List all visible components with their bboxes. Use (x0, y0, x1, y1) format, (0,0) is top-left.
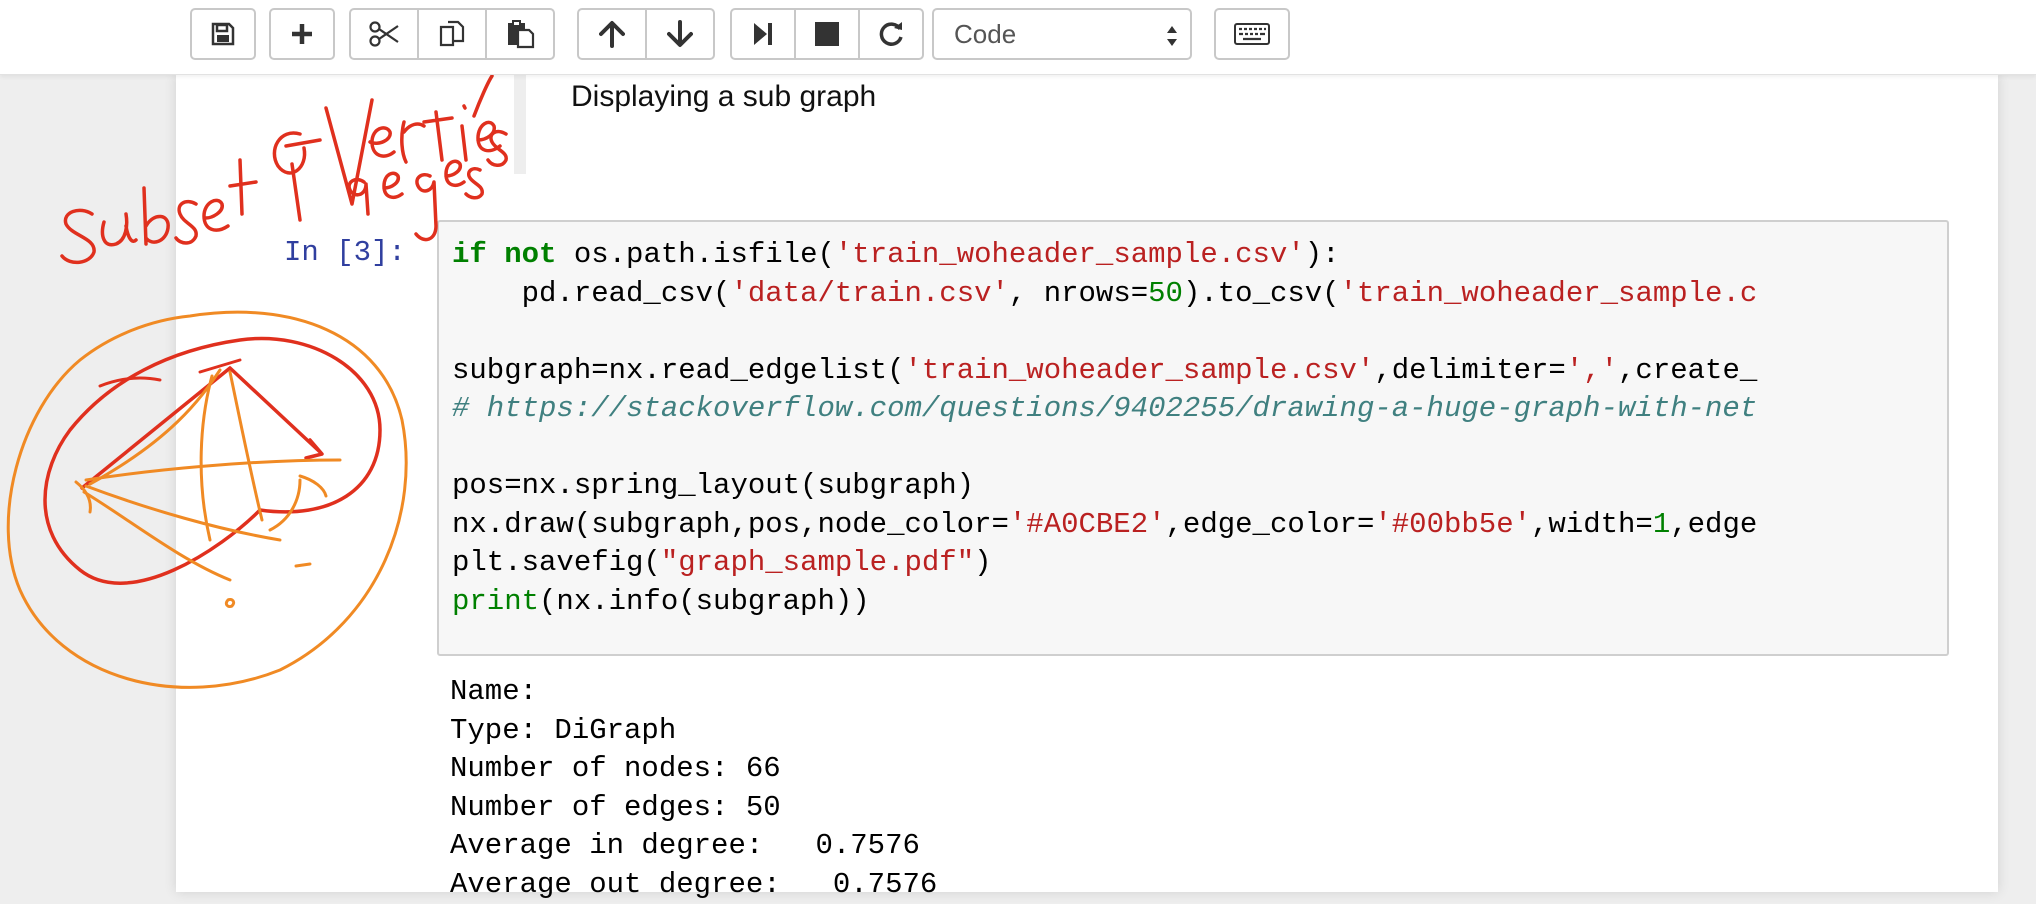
save-button[interactable] (190, 8, 256, 60)
notebook-toolbar: Code (0, 0, 2036, 75)
cell-type-value: Code (954, 18, 1017, 49)
scissors-icon (369, 21, 399, 47)
command-palette-button[interactable] (1214, 8, 1290, 60)
select-arrows-icon (1166, 22, 1178, 57)
markdown-cell-border (514, 74, 526, 174)
code-line: pd.read_csv('data/train.csv', nrows=50).… (452, 276, 1758, 310)
interrupt-button[interactable] (794, 8, 860, 60)
insert-group (269, 8, 335, 60)
copy-icon (439, 20, 465, 47)
code-text: if not os.path.isfile('train_woheader_sa… (452, 236, 1757, 621)
arrow-down-icon (667, 20, 693, 47)
keyboard-icon (1234, 23, 1270, 45)
markdown-heading: Displaying a sub graph (571, 80, 877, 113)
move-up-button[interactable] (577, 8, 647, 60)
cell-output: Name: Type: DiGraph Number of nodes: 66 … (450, 673, 937, 904)
output-line: Average out degree: 0.7576 (450, 867, 938, 901)
output-line: Name: (450, 675, 538, 708)
plus-icon (292, 24, 312, 44)
save-icon (211, 22, 235, 46)
code-line: pos=nx.spring_layout(subgraph) (452, 469, 975, 502)
cell-type-select[interactable]: Code (932, 8, 1192, 60)
code-line: # https://stackoverflow.com/questions/94… (452, 392, 1758, 425)
cut-button[interactable] (349, 8, 419, 60)
output-line: Number of nodes: 66 (450, 752, 781, 785)
move-down-button[interactable] (645, 8, 715, 60)
output-line: Average in degree: 0.7576 (450, 829, 920, 862)
code-line: if not os.path.isfile('train_woheader_sa… (452, 238, 1340, 271)
input-prompt: In [3]: (284, 236, 406, 269)
edit-group (349, 8, 555, 60)
step-forward-icon (754, 23, 772, 45)
run-group (730, 8, 924, 60)
stop-icon (815, 22, 839, 46)
arrow-up-icon (599, 21, 625, 48)
save-group (190, 8, 256, 60)
code-editor[interactable]: if not os.path.isfile('train_woheader_sa… (437, 220, 1949, 656)
code-line: subgraph=nx.read_edgelist('train_woheade… (452, 353, 1758, 387)
output-line: Number of edges: 50 (450, 790, 781, 824)
restart-button[interactable] (858, 8, 924, 60)
paste-icon (508, 20, 535, 49)
code-line: nx.draw(subgraph,pos,node_color='#A0CBE2… (452, 507, 1758, 541)
keyboard-group (1214, 8, 1290, 60)
output-line: Type: DiGraph (450, 713, 677, 747)
copy-button[interactable] (417, 8, 487, 60)
code-line: print(nx.info(subgraph)) (452, 584, 870, 618)
paste-button[interactable] (485, 8, 555, 60)
refresh-icon (879, 22, 903, 46)
move-group (577, 8, 715, 60)
code-line: plt.savefig("graph_sample.pdf") (452, 546, 992, 579)
run-button[interactable] (730, 8, 796, 60)
insert-cell-button[interactable] (269, 8, 335, 60)
